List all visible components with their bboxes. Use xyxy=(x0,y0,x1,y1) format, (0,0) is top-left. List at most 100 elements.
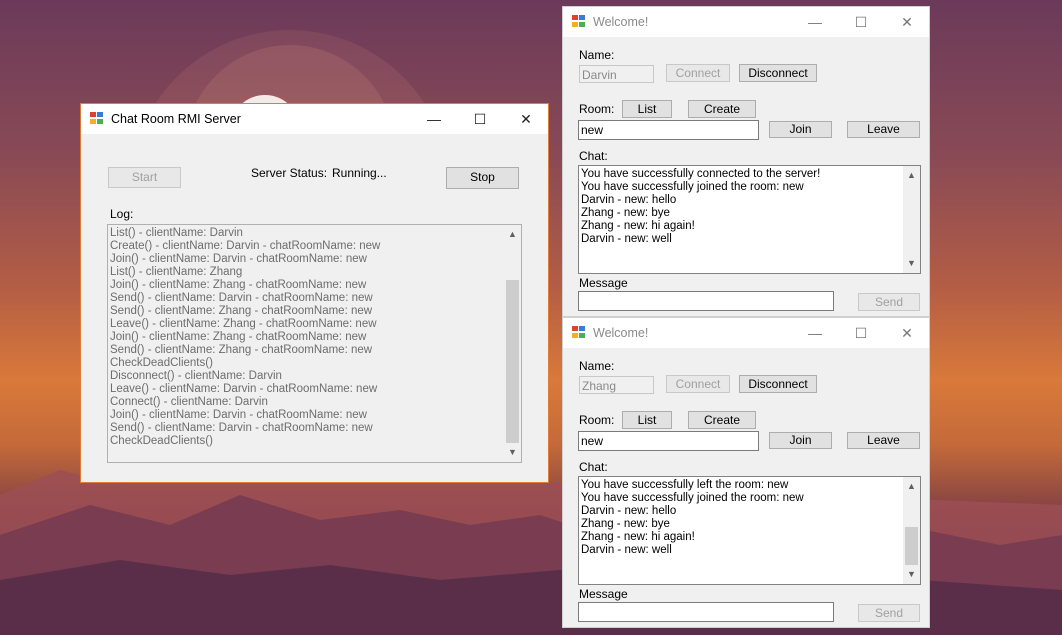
log-line: Send() - clientName: Darvin - chatRoomNa… xyxy=(110,292,373,304)
maximize-icon[interactable]: ☐ xyxy=(838,7,884,37)
message-label: Message xyxy=(579,587,628,601)
chat-line: Darvin - new: hello xyxy=(581,194,677,206)
chat-textbox[interactable]: You have successfully left the room: new… xyxy=(578,476,921,585)
scroll-up-icon[interactable]: ▲ xyxy=(903,167,920,184)
chat-line: You have successfully left the room: new xyxy=(581,479,789,491)
log-line: Join() - clientName: Zhang - chatRoomNam… xyxy=(110,331,367,343)
chat-scrollbar[interactable]: ▲ ▼ xyxy=(903,477,920,584)
minimize-icon[interactable]: — xyxy=(792,318,838,348)
log-label: Log: xyxy=(110,207,134,221)
client-window-zhang: Welcome! — ☐ ✕ Name: Zhang Connect Disco… xyxy=(562,317,930,628)
log-line: Send() - clientName: Zhang - chatRoomNam… xyxy=(110,305,373,317)
chat-line: Zhang - new: bye xyxy=(581,207,670,219)
room-field[interactable]: new xyxy=(578,120,759,140)
message-field[interactable] xyxy=(578,602,834,622)
list-button[interactable]: List xyxy=(622,100,672,118)
scroll-up-icon[interactable]: ▲ xyxy=(504,226,521,243)
chat-line: Zhang - new: hi again! xyxy=(581,531,695,543)
disconnect-button[interactable]: Disconnect xyxy=(739,64,817,82)
connect-button[interactable]: Connect xyxy=(666,64,730,82)
chat-lines: You have successfully left the room: new… xyxy=(581,479,804,557)
maximize-icon[interactable]: ☐ xyxy=(838,318,884,348)
disconnect-button[interactable]: Disconnect xyxy=(739,375,817,393)
log-line: Join() - clientName: Darvin - chatRoomNa… xyxy=(110,409,367,421)
app-icon xyxy=(90,112,104,125)
server-status-label: Server Status: xyxy=(251,166,328,180)
close-icon[interactable]: ✕ xyxy=(503,104,549,134)
room-label: Room: xyxy=(579,413,615,427)
room-field[interactable]: new xyxy=(578,431,759,451)
log-line: CheckDeadClients() xyxy=(110,435,213,447)
chat-line: Darvin - new: hello xyxy=(581,505,677,517)
name-label: Name: xyxy=(579,48,615,62)
log-line: Send() - clientName: Darvin - chatRoomNa… xyxy=(110,422,373,434)
log-line: Leave() - clientName: Darvin - chatRoomN… xyxy=(110,383,378,395)
log-line: Disconnect() - clientName: Darvin xyxy=(110,370,282,382)
chat-line: You have successfully joined the room: n… xyxy=(581,181,804,193)
create-button[interactable]: Create xyxy=(688,100,756,118)
create-button[interactable]: Create xyxy=(688,411,756,429)
close-icon[interactable]: ✕ xyxy=(884,7,930,37)
server-window: Chat Room RMI Server — ☐ ✕ Start Server … xyxy=(80,103,549,483)
send-button[interactable]: Send xyxy=(858,293,920,311)
app-icon xyxy=(572,15,586,28)
name-field[interactable]: Zhang xyxy=(579,376,654,394)
leave-button[interactable]: Leave xyxy=(847,121,920,138)
stop-button[interactable]: Stop xyxy=(446,167,519,189)
log-line: List() - clientName: Zhang xyxy=(110,266,243,278)
log-line: Send() - clientName: Zhang - chatRoomNam… xyxy=(110,344,373,356)
chat-label: Chat: xyxy=(579,149,608,163)
list-button[interactable]: List xyxy=(622,411,672,429)
chat-label: Chat: xyxy=(579,460,608,474)
name-field[interactable]: Darvin xyxy=(579,65,654,83)
window-title: Welcome! xyxy=(593,326,649,340)
minimize-icon[interactable]: — xyxy=(792,7,838,37)
window-title: Welcome! xyxy=(593,15,649,29)
client-window-darvin: Welcome! — ☐ ✕ Name: Darvin Connect Disc… xyxy=(562,6,930,317)
chat-line: Zhang - new: bye xyxy=(581,518,670,530)
scroll-up-icon[interactable]: ▲ xyxy=(903,478,920,495)
minimize-icon[interactable]: — xyxy=(411,104,457,134)
log-line: Join() - clientName: Darvin - chatRoomNa… xyxy=(110,253,367,265)
maximize-icon[interactable]: ☐ xyxy=(457,104,503,134)
chat-line: Darvin - new: well xyxy=(581,233,672,245)
chat-line: Zhang - new: hi again! xyxy=(581,220,695,232)
send-button[interactable]: Send xyxy=(858,604,920,622)
server-status-value: Running... xyxy=(332,166,387,180)
log-line: CheckDeadClients() xyxy=(110,357,213,369)
scroll-down-icon[interactable]: ▼ xyxy=(903,255,920,272)
app-icon xyxy=(572,326,586,339)
message-label: Message xyxy=(579,276,628,290)
log-line: Join() - clientName: Zhang - chatRoomNam… xyxy=(110,279,367,291)
client-titlebar: Welcome! — ☐ ✕ xyxy=(563,318,929,348)
close-icon[interactable]: ✕ xyxy=(884,318,930,348)
join-button[interactable]: Join xyxy=(769,432,832,449)
log-line: Leave() - clientName: Zhang - chatRoomNa… xyxy=(110,318,377,330)
message-field[interactable] xyxy=(578,291,834,311)
chat-lines: You have successfully connected to the s… xyxy=(581,168,820,246)
log-textbox[interactable]: List() - clientName: Darvin Create() - cl… xyxy=(107,224,522,463)
scroll-thumb[interactable] xyxy=(905,527,918,565)
scroll-down-icon[interactable]: ▼ xyxy=(504,444,521,461)
scroll-thumb[interactable] xyxy=(506,280,519,443)
chat-textbox[interactable]: You have successfully connected to the s… xyxy=(578,165,921,274)
join-button[interactable]: Join xyxy=(769,121,832,138)
log-lines: List() - clientName: Darvin Create() - cl… xyxy=(110,227,380,448)
log-line: Connect() - clientName: Darvin xyxy=(110,396,268,408)
connect-button[interactable]: Connect xyxy=(666,375,730,393)
chat-line: You have successfully connected to the s… xyxy=(581,168,821,180)
log-scrollbar[interactable]: ▲ ▼ xyxy=(504,225,521,462)
name-label: Name: xyxy=(579,359,615,373)
room-label: Room: xyxy=(579,102,615,116)
leave-button[interactable]: Leave xyxy=(847,432,920,449)
start-button[interactable]: Start xyxy=(108,167,181,188)
server-titlebar: Chat Room RMI Server — ☐ ✕ xyxy=(81,104,548,134)
scroll-down-icon[interactable]: ▼ xyxy=(903,566,920,583)
log-line: List() - clientName: Darvin xyxy=(110,227,243,239)
chat-line: You have successfully joined the room: n… xyxy=(581,492,804,504)
chat-line: Darvin - new: well xyxy=(581,544,672,556)
log-line: Create() - clientName: Darvin - chatRoom… xyxy=(110,240,381,252)
client-titlebar: Welcome! — ☐ ✕ xyxy=(563,7,929,37)
chat-scrollbar[interactable]: ▲ ▼ xyxy=(903,166,920,273)
window-title: Chat Room RMI Server xyxy=(111,112,241,126)
